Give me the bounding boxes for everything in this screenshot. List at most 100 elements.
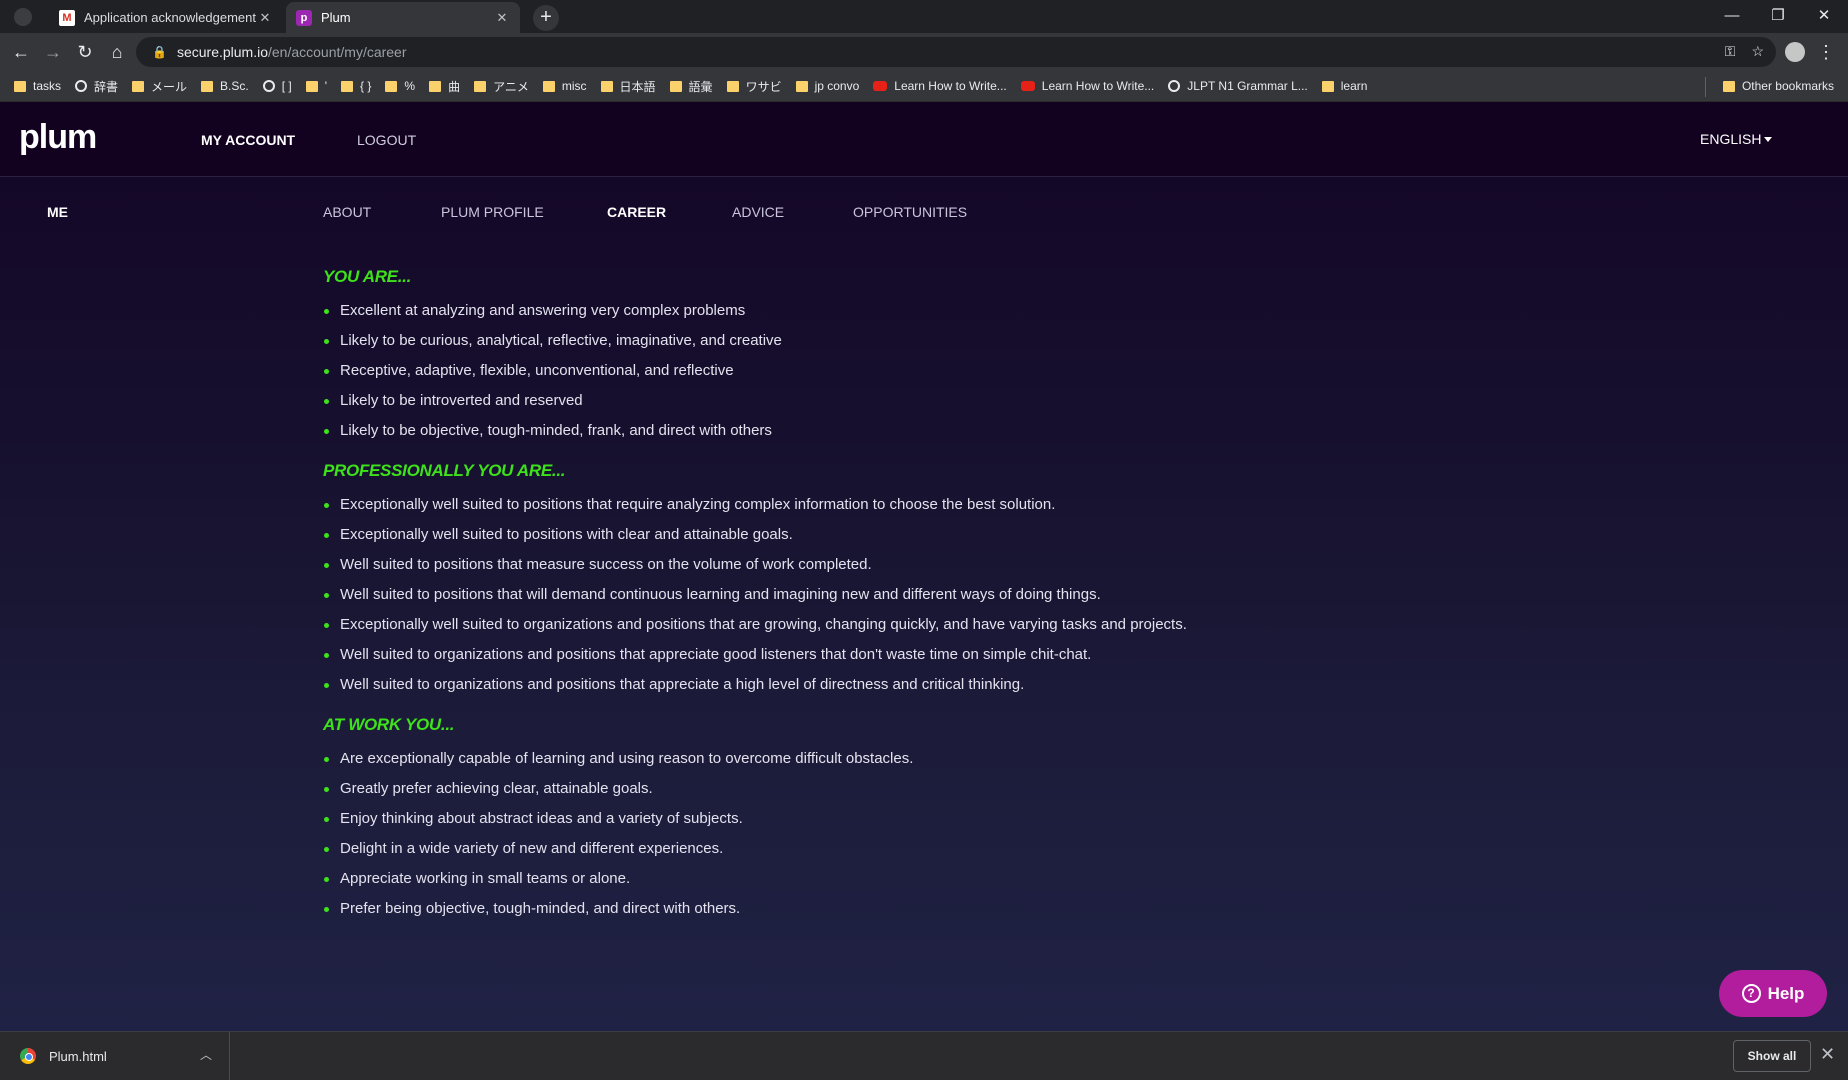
bullet-icon: [324, 563, 329, 568]
bookmark-item[interactable]: 語彙: [669, 78, 713, 95]
tab-search-icon[interactable]: [14, 8, 32, 26]
bookmark-item[interactable]: ': [305, 79, 327, 93]
close-tab-icon[interactable]: ✕: [257, 10, 273, 26]
bullet-icon: [324, 429, 329, 434]
list-item-text: Well suited to organizations and positio…: [340, 676, 1025, 693]
nav-my-account[interactable]: MY ACCOUNT: [201, 132, 295, 148]
list-item: Exceptionally well suited to organizatio…: [323, 615, 1423, 645]
address-bar[interactable]: 🔒 secure.plum.io/en/account/my/career ⚿ …: [136, 37, 1776, 67]
chevron-up-icon[interactable]: ︿: [200, 1046, 212, 1063]
list-item: Receptive, adaptive, flexible, unconvent…: [323, 361, 1423, 391]
career-section: YOU ARE... Excellent at analyzing and ans…: [323, 267, 1423, 451]
bookmark-item[interactable]: [ ]: [262, 79, 292, 93]
bookmark-item[interactable]: { }: [341, 79, 371, 93]
close-tab-icon[interactable]: ✕: [494, 10, 510, 26]
bookmark-label: jp convo: [814, 79, 860, 93]
language-dropdown[interactable]: ENGLISH: [1700, 131, 1773, 147]
list-item-text: Receptive, adaptive, flexible, unconvent…: [340, 362, 734, 379]
list-item-text: Exceptionally well suited to positions t…: [340, 496, 1056, 513]
tab-about[interactable]: ABOUT: [323, 204, 371, 220]
page-viewport: plum MY ACCOUNT LOGOUT ENGLISH ME ABOUT …: [0, 102, 1848, 1031]
bookmark-item[interactable]: アニメ: [474, 78, 529, 95]
bookmark-item[interactable]: tasks: [14, 79, 61, 93]
bookmarks-separator: [1705, 77, 1706, 97]
bullet-icon: [324, 787, 329, 792]
folder-icon: [429, 80, 442, 92]
bookmark-item[interactable]: jp convo: [795, 79, 860, 93]
bookmark-item[interactable]: Learn How to Write...: [1020, 79, 1154, 93]
minimize-button[interactable]: —: [1709, 2, 1755, 30]
bookmark-item[interactable]: ワサビ: [726, 78, 782, 95]
tab-plum[interactable]: p Plum ✕: [286, 2, 520, 33]
profile-avatar[interactable]: [1785, 42, 1805, 62]
tab-opportunities[interactable]: OPPORTUNITIES: [853, 204, 967, 220]
bookmark-label: %: [404, 79, 416, 93]
list-item: Prefer being objective, tough-minded, an…: [323, 899, 1423, 929]
bookmark-item[interactable]: JLPT N1 Grammar L...: [1168, 79, 1308, 93]
download-item[interactable]: Plum.html ︿: [0, 1032, 230, 1080]
folder-icon: [795, 80, 808, 92]
list-item: Greatly prefer achieving clear, attainab…: [323, 779, 1423, 809]
bookmark-item[interactable]: 曲: [429, 78, 460, 95]
nav-logout[interactable]: LOGOUT: [357, 132, 416, 148]
plum-logo[interactable]: plum: [19, 118, 97, 157]
menu-icon[interactable]: ⋮: [1816, 39, 1836, 65]
tab-career[interactable]: CAREER: [607, 204, 666, 220]
folder-icon: [726, 80, 739, 92]
home-icon[interactable]: ⌂: [104, 39, 130, 65]
close-icon[interactable]: ✕: [1820, 1044, 1835, 1065]
bookmark-item[interactable]: %: [385, 79, 415, 93]
forward-arrow-icon[interactable]: →: [40, 39, 66, 65]
show-all-button[interactable]: Show all: [1733, 1040, 1811, 1072]
folder-icon: [1321, 80, 1334, 92]
bookmark-item[interactable]: B.Sc.: [201, 79, 249, 93]
bullet-icon: [324, 623, 329, 628]
help-button[interactable]: ? Help: [1719, 970, 1827, 1017]
star-icon[interactable]: ☆: [1751, 43, 1764, 60]
bookmark-item[interactable]: misc: [542, 79, 587, 93]
list-item: Well suited to positions that will deman…: [323, 585, 1423, 615]
tab-plum-profile[interactable]: PLUM PROFILE: [441, 204, 544, 220]
youtube-icon: [873, 81, 888, 91]
bookmark-label: misc: [561, 79, 587, 93]
tab-advice[interactable]: ADVICE: [732, 204, 784, 220]
list-item-text: Excellent at analyzing and answering ver…: [340, 302, 746, 319]
plum-icon: p: [296, 9, 312, 26]
reload-icon[interactable]: ↻: [72, 39, 98, 65]
key-icon[interactable]: ⚿: [1725, 43, 1736, 60]
bookmark-label: アニメ: [493, 79, 529, 94]
bookmark-item[interactable]: メール: [132, 78, 187, 95]
restore-button[interactable]: ❐: [1755, 2, 1801, 30]
browser-toolbar: ← → ↻ ⌂ 🔒 secure.plum.io/en/account/my/c…: [0, 33, 1848, 71]
list-item-text: Prefer being objective, tough-minded, an…: [340, 900, 741, 917]
bullet-icon: [324, 503, 329, 508]
list-item-text: Likely to be curious, analytical, reflec…: [340, 332, 782, 349]
list-item: Likely to be curious, analytical, reflec…: [323, 331, 1423, 361]
list-item-text: Exceptionally well suited to positions w…: [340, 526, 793, 543]
bookmark-label: learn: [1340, 79, 1368, 93]
bookmark-label: ワサビ: [745, 79, 782, 94]
bookmark-label: メール: [151, 79, 188, 94]
bullet-icon: [324, 369, 329, 374]
folder-icon: [305, 80, 318, 92]
other-bookmarks[interactable]: Other bookmarks: [1722, 79, 1834, 93]
subnav-me[interactable]: ME: [47, 204, 68, 220]
caret-down-icon: [1764, 137, 1773, 142]
bookmark-item[interactable]: 日本語: [600, 78, 656, 95]
folder-icon: [474, 80, 487, 92]
other-bookmarks-label: Other bookmarks: [1741, 79, 1834, 93]
help-label: Help: [1767, 983, 1805, 1003]
new-tab-button[interactable]: +: [533, 5, 559, 31]
folder-icon: [132, 80, 145, 92]
bookmark-item[interactable]: 辞書: [75, 78, 118, 95]
back-arrow-icon[interactable]: ←: [8, 39, 34, 65]
chrome-icon: [20, 1048, 36, 1064]
gmail-icon: M: [59, 9, 75, 26]
bookmark-item[interactable]: Learn How to Write...: [873, 79, 1007, 93]
bullet-icon: [324, 653, 329, 658]
close-window-button[interactable]: ✕: [1801, 2, 1847, 30]
tab-application-acknowledgement[interactable]: M Application acknowledgement - j ✕: [49, 2, 283, 33]
bookmark-item[interactable]: learn: [1321, 79, 1368, 93]
language-label: ENGLISH: [1700, 131, 1762, 147]
folder-icon: [669, 80, 682, 92]
